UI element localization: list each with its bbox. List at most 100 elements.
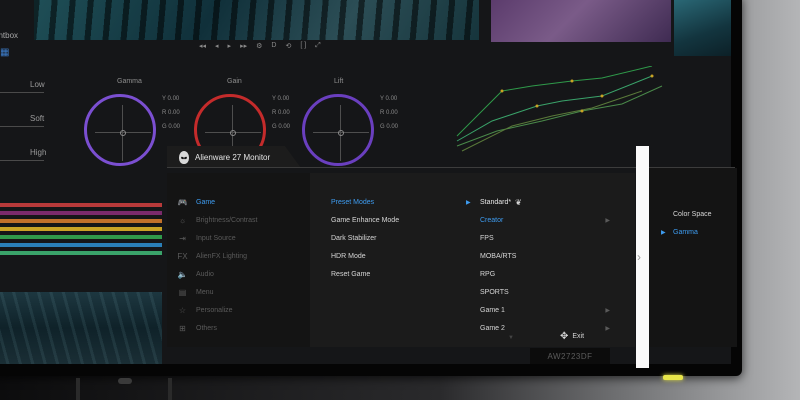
selected-arrow-icon: ▶	[466, 199, 471, 206]
menu-item-others[interactable]: ⊞ Others	[167, 319, 310, 337]
menu-item-label: Personalize	[196, 306, 233, 314]
wheel-values: Y 0.00 R 0.00 G 0.00	[380, 92, 398, 134]
preset-option-game-1[interactable]: Game 1 ▶	[470, 301, 635, 319]
preset-option-label: Creator	[480, 216, 504, 224]
selected-arrow-icon: ▶	[661, 229, 666, 236]
joystick-icon: ✥	[560, 331, 569, 342]
submenu-item-preset-modes[interactable]: Preset Modes	[310, 193, 470, 211]
wheel-center-handle[interactable]	[120, 130, 126, 136]
tone-label-soft: Soft	[30, 114, 45, 123]
submenu-item-game-enhance-mode[interactable]: Game Enhance Mode	[310, 211, 470, 229]
menu-item-label: Game	[196, 198, 216, 206]
transport-control-icon[interactable]: ◂	[215, 42, 219, 50]
creator-option-color-space[interactable]: Color Space	[649, 205, 737, 223]
wheel-value: R 0.00	[380, 110, 398, 116]
color-bar	[0, 219, 162, 223]
menu-item-brightness-contrast[interactable]: ☼ Brightness/Contrast	[167, 211, 310, 229]
stand-post	[76, 378, 80, 400]
preset-option-rpg[interactable]: RPG	[470, 265, 635, 283]
color-bar	[0, 235, 162, 239]
transport-control-icon[interactable]: [ ]	[300, 42, 306, 50]
transport-control-icon[interactable]: ⚙	[256, 42, 262, 50]
wheel-value: Y 0.00	[162, 96, 180, 102]
tone-label-high: High	[30, 148, 47, 157]
preset-option-sports[interactable]: SPORTS	[470, 283, 635, 301]
fx-icon: FX	[177, 251, 188, 261]
preset-option-creator[interactable]: Creator ▶	[470, 211, 635, 229]
creator-option-label: Color Space	[673, 210, 712, 218]
alien-logo-icon	[179, 150, 189, 164]
creator-option-gamma[interactable]: ▶ Gamma	[649, 223, 737, 241]
menu-item-label: Menu	[196, 288, 214, 296]
wheel-value: G 0.00	[380, 124, 399, 130]
menu-icon: ▤	[178, 287, 187, 297]
curves-graph	[456, 66, 663, 152]
chevron-right-icon[interactable]: ›	[637, 250, 641, 264]
menu-item-game[interactable]: 🎮 Game	[167, 193, 310, 211]
eco-leaf-icon: ❦	[515, 197, 522, 207]
color-bars	[0, 203, 162, 259]
menu-item-menu[interactable]: ▤ Menu	[167, 283, 310, 301]
scroll-down-icon[interactable]: ▼	[508, 335, 514, 341]
transport-control-icon[interactable]: ▸▸	[240, 42, 247, 50]
stand-post	[168, 378, 172, 400]
osd-header: Alienware 27 Monitor	[167, 146, 301, 168]
tone-line	[0, 126, 44, 127]
power-led	[663, 375, 683, 380]
wheel-value: Y 0.00	[272, 96, 290, 102]
color-wheel[interactable]	[84, 94, 156, 166]
wheel-title: Gamma	[117, 78, 142, 85]
speaker-icon: 🔈	[177, 269, 188, 279]
color-bar	[0, 211, 162, 215]
others-icon: ⊞	[179, 323, 186, 333]
menu-item-label: Others	[196, 324, 218, 332]
menu-item-input-source[interactable]: ⇥ Input Source	[167, 229, 310, 247]
menu-item-personalize[interactable]: ☆ Personalize	[167, 301, 310, 319]
osd-title: Alienware 27 Monitor	[195, 152, 271, 162]
preset-option-label: RPG	[480, 270, 496, 278]
submenu-item-hdr-mode[interactable]: HDR Mode	[310, 247, 470, 265]
wheel-center-handle[interactable]	[338, 130, 344, 136]
gamepad-icon: 🎮	[177, 197, 188, 207]
menu-item-audio[interactable]: 🔈 Audio	[167, 265, 310, 283]
preset-option-label: MOBA/RTS	[480, 252, 517, 260]
submenu-arrow-icon: ▶	[605, 217, 610, 224]
color-bar	[0, 243, 162, 247]
preset-option-standard-[interactable]: ▶ Standard* ❦	[466, 193, 635, 211]
grid-icon: ▦	[0, 47, 10, 58]
submenu-item-reset-game[interactable]: Reset Game	[310, 265, 470, 283]
transport-control-icon[interactable]: ⤢	[315, 42, 321, 50]
creator-option-label: Gamma	[673, 228, 698, 236]
submenu-item-dark-stabilizer[interactable]: Dark Stabilizer	[310, 229, 470, 247]
transport-controls: ◂◂ ◂ ▸ ▸▸ ⚙ D ⟲[ ] ⤢	[199, 42, 321, 50]
wheel-value: R 0.00	[162, 110, 180, 116]
preset-option-game-2[interactable]: Game 2 ▶	[470, 319, 635, 337]
stand-knob	[118, 378, 132, 384]
color-wheel[interactable]	[302, 94, 374, 166]
preset-option-moba-rts[interactable]: MOBA/RTS	[470, 247, 635, 265]
wheel-center-handle[interactable]	[230, 130, 236, 136]
preset-option-label: Game 2	[480, 324, 505, 332]
preset-option-label: Standard*	[480, 198, 512, 206]
color-bar	[0, 251, 162, 255]
submenu-arrow-icon: ▶	[605, 325, 610, 332]
video-preview-secondary	[491, 0, 671, 42]
color-bar	[0, 227, 162, 231]
exit-button[interactable]: ✥ Exit	[560, 331, 584, 342]
osd-menu: 🎮 Game ☼ Brightness/Contrast ⇥ Input Source FX…	[167, 173, 635, 347]
transport-control-icon[interactable]: ◂◂	[199, 42, 206, 50]
wheel-values: Y 0.00 R 0.00 G 0.00	[272, 92, 290, 134]
input-icon: ⇥	[179, 233, 186, 243]
exit-label: Exit	[572, 333, 585, 340]
preset-option-label: SPORTS	[480, 288, 509, 296]
video-preview-bottom	[0, 292, 162, 364]
preset-option-fps[interactable]: FPS	[470, 229, 635, 247]
wheel-value: Y 0.00	[380, 96, 398, 102]
menu-item-label: Input Source	[196, 234, 236, 242]
preset-option-label: FPS	[480, 234, 494, 242]
transport-control-icon[interactable]: ⟲	[285, 42, 291, 50]
transport-control-icon[interactable]: D	[271, 42, 276, 50]
transport-control-icon[interactable]: ▸	[228, 42, 232, 50]
menu-item-alienfx-lighting[interactable]: FX AlienFX Lighting	[167, 247, 310, 265]
wheel-title: Gain	[227, 78, 242, 85]
